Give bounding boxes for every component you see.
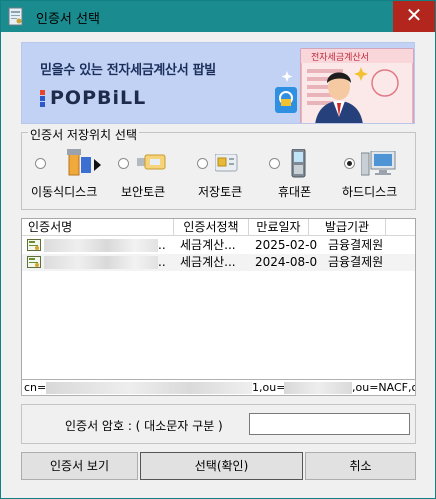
cert-policy: 세금계산... bbox=[180, 255, 236, 269]
radio-hard-disk[interactable] bbox=[344, 158, 355, 169]
certificate-icon bbox=[27, 239, 41, 251]
certificate-list[interactable]: 인증서명 인증서정책 만료일자 발급기관 .. 세금계산... 2025-02-… bbox=[21, 218, 416, 396]
certificate-row[interactable]: .. 세금계산... 2025-02-06 금융결제원 bbox=[22, 237, 415, 254]
masked-cert-name bbox=[44, 256, 158, 269]
cert-expiry: 2024-08-04 bbox=[255, 255, 317, 269]
smart-card-icon bbox=[215, 154, 238, 172]
radio-save-token[interactable] bbox=[197, 158, 208, 169]
certificate-app-icon bbox=[8, 7, 23, 26]
cert-expiry: 2025-02-06 bbox=[255, 238, 317, 252]
certificate-row[interactable]: .. 세금계산... 2024-08-04 금융결제원 bbox=[22, 254, 415, 271]
tax-invoice-illustration: 전자세금계산서 bbox=[275, 48, 414, 123]
storage-label-mobile-phone: 휴대폰 bbox=[278, 185, 312, 199]
dn-prefix: cn= bbox=[24, 381, 47, 394]
invoice-doc-title: 전자세금계산서 bbox=[311, 51, 369, 63]
cert-name-ellipsis: .. bbox=[158, 255, 166, 269]
mobile-phone-icon bbox=[291, 149, 306, 178]
certificate-select-dialog: 인증서 선택 ✕ 믿을수 있는 전자세금계산서 팝빌 POPBiLL 전자세금계… bbox=[0, 0, 436, 499]
storage-option-removable-disk[interactable]: 이동식디스크 bbox=[31, 147, 113, 205]
window-title: 인증서 선택 bbox=[36, 12, 100, 27]
certificate-icon bbox=[27, 256, 41, 268]
storage-label-security-token: 보안토큰 bbox=[121, 185, 166, 199]
title-bar[interactable]: 인증서 선택 ✕ bbox=[1, 1, 435, 32]
security-token-icon bbox=[137, 154, 166, 170]
storage-label-removable-disk: 이동식디스크 bbox=[31, 185, 98, 199]
close-button[interactable]: ✕ bbox=[393, 1, 435, 32]
column-cert-name[interactable]: 인증서명 bbox=[22, 219, 174, 236]
masked-dn-part bbox=[284, 382, 352, 394]
close-icon: ✕ bbox=[405, 3, 423, 27]
certificate-list-header: 인증서명 인증서정책 만료일자 발급기관 bbox=[22, 219, 415, 236]
usb-drive-icon bbox=[67, 149, 101, 176]
storage-location-legend: 인증서 저장위치 선택 bbox=[28, 126, 139, 143]
storage-option-save-token[interactable]: 저장토큰 bbox=[193, 147, 263, 205]
brand-logo-icon bbox=[40, 90, 46, 107]
radio-security-token[interactable] bbox=[118, 158, 129, 169]
cert-name-ellipsis: .. bbox=[158, 238, 166, 252]
storage-option-mobile-phone[interactable]: 휴대폰 bbox=[267, 147, 327, 205]
cert-issuer: 금융결제원 bbox=[328, 238, 384, 252]
certificate-dn-field[interactable]: cn= 1,ou= ,ou=NACF,ou= bbox=[21, 379, 416, 396]
storage-option-security-token[interactable]: 보안토큰 bbox=[115, 147, 185, 205]
dn-middle: 1,ou= bbox=[252, 381, 286, 394]
password-label: 인증서 암호 : ( 대소문자 구분 ) bbox=[65, 419, 223, 433]
banner-headline: 믿을수 있는 전자세금계산서 팝빌 bbox=[40, 63, 216, 78]
radio-mobile-phone[interactable] bbox=[269, 158, 280, 169]
storage-label-save-token: 저장토큰 bbox=[198, 185, 243, 199]
column-cert-policy[interactable]: 인증서정책 bbox=[174, 219, 249, 236]
storage-option-hard-disk[interactable]: 하드디스크 bbox=[341, 147, 411, 205]
brand-name: POPBiLL bbox=[50, 87, 147, 109]
computer-icon bbox=[361, 151, 396, 176]
storage-label-hard-disk: 하드디스크 bbox=[342, 185, 398, 199]
view-certificate-button[interactable]: 인증서 보기 bbox=[21, 452, 138, 480]
cancel-button[interactable]: 취소 bbox=[305, 452, 416, 480]
dn-suffix: ,ou=NACF,ou= bbox=[352, 381, 415, 394]
popbill-banner[interactable]: 믿을수 있는 전자세금계산서 팝빌 POPBiLL 전자세금계산서 bbox=[21, 42, 415, 124]
masked-cert-name bbox=[44, 239, 158, 252]
password-input[interactable] bbox=[249, 413, 410, 435]
masked-dn-part bbox=[46, 382, 252, 394]
confirm-button[interactable]: 선택(확인) bbox=[140, 452, 303, 480]
radio-removable-disk[interactable] bbox=[35, 158, 46, 169]
cert-issuer: 금융결제원 bbox=[328, 255, 384, 269]
column-issuer[interactable]: 발급기관 bbox=[309, 219, 386, 236]
cert-policy: 세금계산... bbox=[180, 238, 236, 252]
column-expiry-date[interactable]: 만료일자 bbox=[249, 219, 309, 236]
